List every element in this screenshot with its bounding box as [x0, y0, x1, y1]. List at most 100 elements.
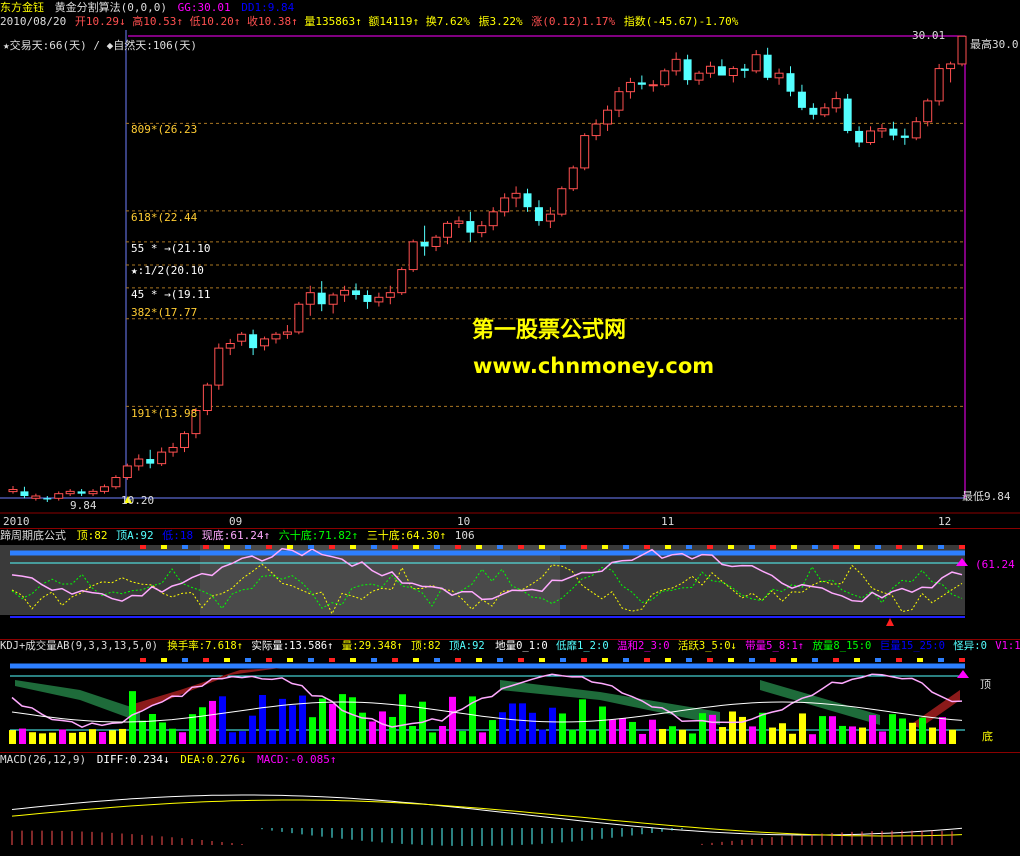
volume-bar [439, 725, 446, 744]
pane2-actual: 实际量:13.586↑ [251, 640, 334, 652]
candle-body-up [260, 338, 270, 347]
volume-bar [459, 731, 466, 744]
volume-bar [609, 719, 616, 744]
pane2-green-band [15, 680, 140, 722]
pane1-bg-light [200, 545, 560, 615]
volume-bar [139, 720, 146, 744]
pane1-topa: 顶A:92 [116, 529, 154, 542]
pane1-signal-mark [308, 545, 314, 549]
pane2-signal-mark [560, 658, 566, 662]
pane1-yellow-line [11, 563, 963, 615]
pane2-signal-mark [539, 658, 545, 662]
pane1-signal-mark [203, 545, 209, 549]
watermark-title: 第一股票公式网 [472, 318, 627, 343]
pane2-signal-mark [140, 658, 146, 662]
volume-bar [579, 699, 586, 744]
pane2-header: KDJ+成交量AB(9,3,3,13,5,0) 换手率:7.618↑ 实际量:1… [0, 639, 1020, 654]
candle-body-down [77, 491, 86, 494]
candle-body-down [683, 59, 692, 81]
candle-body-down [146, 459, 155, 464]
volume-bar [449, 696, 456, 744]
pane2-signal-mark [287, 658, 293, 662]
pane2-signal-mark [875, 658, 881, 662]
pane1-signal-mark [413, 545, 419, 549]
volume-bar [469, 696, 476, 744]
volume-bar [589, 730, 596, 744]
volume-bar [59, 729, 66, 744]
volume-bar [909, 722, 916, 744]
pane1-signal-mark [959, 545, 965, 549]
volume-bar [539, 729, 546, 744]
volume-bar [389, 716, 396, 744]
pane2-vol: 量:29.348↑ [341, 640, 403, 652]
candle-body-up [923, 100, 933, 123]
pane2-ground: 地量0_1:0 [495, 640, 548, 652]
pane1-signal-mark [224, 545, 230, 549]
candle-body-up [774, 72, 784, 79]
candle-body-down [763, 54, 772, 78]
candle-body-up [225, 343, 235, 349]
pane1-green-line [11, 565, 963, 610]
candle-body-up [557, 188, 567, 215]
candle-body-up [625, 81, 635, 93]
level-191: 191*(13.98 [131, 407, 198, 420]
candle-body-down [363, 294, 372, 302]
candle-body-up [568, 167, 578, 190]
pane2-signal-mark [749, 658, 755, 662]
level-618: 618*(22.44 [131, 211, 198, 224]
volume-bar [329, 703, 336, 744]
candle-body-up [911, 121, 921, 139]
volume-bar [189, 714, 196, 744]
volume-bar [249, 715, 256, 744]
volume-bar [419, 701, 426, 744]
pane3-header: MACD(26,12,9) DIFF:0.234↓ DEA:0.276↓ MAC… [0, 752, 341, 767]
volume-bar [939, 717, 946, 744]
volume-bar [149, 713, 156, 744]
volume-bar [919, 717, 926, 744]
pane1-title[interactable]: 蹄周期底公式 [0, 529, 66, 542]
pane1-signal-mark [392, 545, 398, 549]
candle-body-up [866, 130, 876, 144]
pane1-signal-mark [665, 545, 671, 549]
pane2-active: 活跃3_5:0↓ [677, 640, 737, 652]
candle-body-down [900, 135, 909, 138]
volume-bar [279, 698, 286, 744]
candle-body-up [157, 451, 167, 465]
candle-body-up [500, 197, 510, 213]
candle-body-up [511, 192, 521, 199]
candle-body-up [454, 220, 464, 224]
volume-bar [839, 725, 846, 744]
pane2-release: 放量8_15:0 [812, 640, 872, 652]
candle-body-up [305, 292, 315, 305]
pane2-warm: 温和2_3:0 [616, 640, 670, 652]
candle-body-up [99, 486, 109, 492]
pane1-signal-mark [770, 545, 776, 549]
candle-body-down [523, 193, 532, 208]
pane2-signal-mark [854, 658, 860, 662]
volume-bar [109, 730, 116, 744]
pane1-signal-mark [602, 545, 608, 549]
volume-bar [519, 703, 526, 744]
pane3-title[interactable]: MACD(26,12,9) [0, 753, 86, 766]
candle-body-down [352, 290, 361, 295]
pane2-green-band-2 [500, 680, 720, 725]
volume-bar [799, 713, 806, 744]
pane1-signal-mark [371, 545, 377, 549]
pane2-signal-mark [434, 658, 440, 662]
volume-bar [899, 718, 906, 744]
candle-body-up [214, 347, 224, 386]
days-label: ★交易天:66(天) / ◆自然天:106(天) [3, 39, 197, 52]
pane2-title[interactable]: KDJ+成交量AB(9,3,3,13,5,0) [0, 640, 158, 652]
candle-body-up [751, 54, 761, 72]
pane2-signal-mark [455, 658, 461, 662]
pane2-signal-mark [203, 658, 209, 662]
candle-body-down [786, 73, 795, 92]
candle-body-up [237, 333, 247, 342]
volume-bar [669, 726, 676, 744]
volume-bar [29, 732, 36, 744]
candle-body-down [466, 221, 475, 233]
volume-bar [209, 700, 216, 744]
candle-body-up [294, 303, 304, 333]
volume-bar [99, 731, 106, 744]
candle-body-up [180, 433, 190, 448]
